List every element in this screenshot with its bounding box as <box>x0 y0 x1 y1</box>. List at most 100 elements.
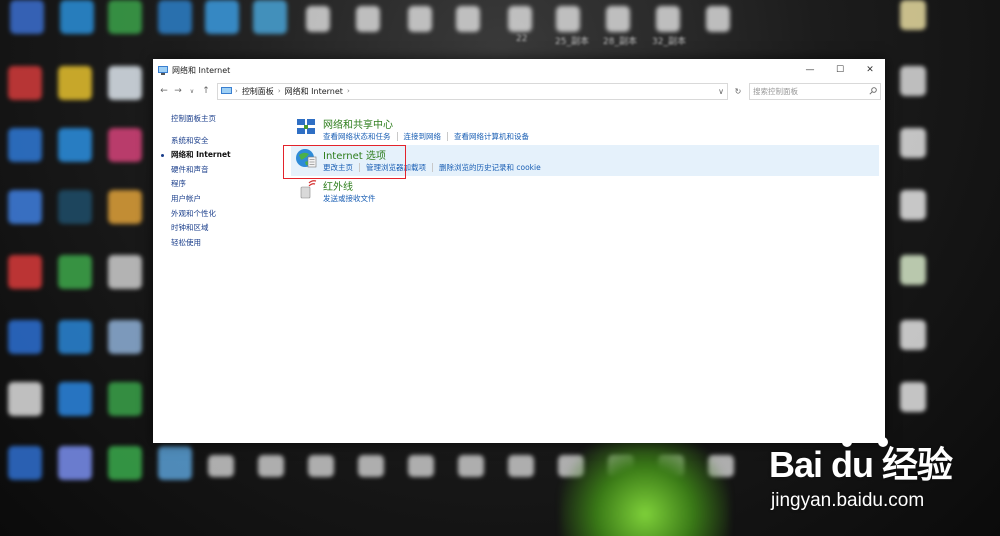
watermark-brand: Bai du 经验 <box>769 444 953 485</box>
desktop-icon[interactable] <box>58 446 92 480</box>
desktop-icon[interactable] <box>508 6 532 32</box>
maximize-button[interactable]: ☐ <box>825 59 855 81</box>
desktop-icon[interactable] <box>208 455 234 477</box>
search-input[interactable]: 搜索控制面板 <box>749 82 881 100</box>
desktop-icon[interactable] <box>205 0 239 34</box>
desktop-icon[interactable] <box>706 6 730 32</box>
desktop-icon[interactable] <box>108 320 142 354</box>
sidebar: 控制面板主页 系统和安全 网络和 Internet 硬件和声音 程序 用户帐户 … <box>161 112 231 251</box>
desktop-icon[interactable] <box>108 128 142 162</box>
desktop-icon[interactable] <box>408 455 434 477</box>
desktop-icon[interactable] <box>108 382 142 416</box>
link-divider <box>447 132 448 141</box>
desktop-icon[interactable] <box>258 455 284 477</box>
sidebar-item-user-accounts[interactable]: 用户帐户 <box>171 192 231 207</box>
desktop-icon[interactable] <box>58 66 92 100</box>
desktop-icon[interactable] <box>58 320 92 354</box>
desktop-icon[interactable] <box>556 6 580 32</box>
address-dropdown-icon[interactable]: ∨ <box>718 87 724 96</box>
up-icon[interactable]: ↑ <box>199 86 213 96</box>
recent-locations-icon[interactable]: ∨ <box>185 88 199 95</box>
view-network-computers-link[interactable]: 查看网络计算机和设备 <box>454 131 529 142</box>
connect-to-network-link[interactable]: 连接到网络 <box>404 131 442 142</box>
infrared-title[interactable]: 红外线 <box>323 178 353 193</box>
desktop-icon[interactable] <box>358 455 384 477</box>
desktop-icon[interactable] <box>8 446 42 480</box>
desktop-icon[interactable] <box>58 382 92 416</box>
sidebar-item-hardware-sound[interactable]: 硬件和声音 <box>171 163 231 178</box>
wallpaper-glow <box>560 430 730 536</box>
sidebar-item-network-internet[interactable]: 网络和 Internet <box>161 148 231 163</box>
desktop-icon[interactable] <box>108 66 142 100</box>
window-title: 网络和 Internet <box>172 65 231 75</box>
desktop-icon[interactable] <box>8 66 42 100</box>
search-icon[interactable] <box>869 87 877 95</box>
desktop-icon[interactable] <box>656 6 680 32</box>
desktop-icon[interactable] <box>8 190 42 224</box>
desktop-icon[interactable] <box>8 320 42 354</box>
desktop-icon[interactable] <box>158 446 192 480</box>
address-bar[interactable]: › 控制面板 › 网络和 Internet › ∨ <box>217 82 728 100</box>
desktop-icon[interactable] <box>108 0 142 34</box>
desktop-icon[interactable] <box>900 320 926 350</box>
desktop-icon[interactable] <box>900 255 926 285</box>
delete-history-link[interactable]: 删除浏览的历史记录和 cookie <box>439 162 541 173</box>
title-bar[interactable]: 网络和 Internet — ☐ ✕ <box>153 59 885 81</box>
desktop-icon[interactable] <box>253 0 287 34</box>
desktop-icon[interactable] <box>900 66 926 96</box>
desktop-icon[interactable] <box>58 190 92 224</box>
desktop-icon[interactable] <box>108 255 142 289</box>
desktop-icon[interactable] <box>900 190 926 220</box>
desktop-icon-label: 32_副本 <box>652 37 686 47</box>
search-placeholder: 搜索控制面板 <box>753 86 798 96</box>
desktop-icon[interactable] <box>8 255 42 289</box>
breadcrumb-separator[interactable]: › <box>235 87 238 95</box>
desktop-icon[interactable] <box>900 382 926 412</box>
watermark-url: jingyan.baidu.com <box>771 490 925 511</box>
sidebar-item-programs[interactable]: 程序 <box>171 177 231 192</box>
refresh-icon[interactable]: ↻ <box>731 87 745 96</box>
minimize-button[interactable]: — <box>795 59 825 81</box>
breadcrumb-separator[interactable]: › <box>278 87 281 95</box>
desktop-icon[interactable] <box>508 455 534 477</box>
view-network-status-link[interactable]: 查看网络状态和任务 <box>323 131 391 142</box>
desktop-icon[interactable] <box>108 190 142 224</box>
category-network-sharing: 网络和共享中心 查看网络状态和任务 连接到网络 查看网络计算机和设备 <box>291 114 879 145</box>
breadcrumb-network-internet[interactable]: 网络和 Internet <box>285 86 343 97</box>
desktop-icon[interactable] <box>60 0 94 34</box>
desktop-icon[interactable] <box>108 446 142 480</box>
sidebar-item-appearance[interactable]: 外观和个性化 <box>171 207 231 222</box>
desktop-icon[interactable] <box>900 0 926 30</box>
desktop-icon[interactable] <box>158 0 192 34</box>
desktop-icon[interactable] <box>900 128 926 158</box>
desktop-icon[interactable] <box>606 6 630 32</box>
category-infrared: 红外线 发送或接收文件 <box>291 176 879 207</box>
send-receive-files-link[interactable]: 发送或接收文件 <box>323 193 376 204</box>
desktop-icon[interactable] <box>456 6 480 32</box>
infrared-icon <box>300 180 317 199</box>
link-divider <box>396 132 398 141</box>
breadcrumb-separator[interactable]: › <box>347 87 350 95</box>
control-panel-icon <box>221 86 232 94</box>
back-icon[interactable]: ← <box>157 86 171 96</box>
desktop-icon[interactable] <box>58 255 92 289</box>
desktop-icon[interactable] <box>8 382 42 416</box>
network-sharing-title[interactable]: 网络和共享中心 <box>323 116 393 131</box>
sidebar-home-link[interactable]: 控制面板主页 <box>171 112 231 127</box>
sidebar-item-system-security[interactable]: 系统和安全 <box>171 134 231 149</box>
desktop-icon[interactable] <box>58 128 92 162</box>
desktop-icon[interactable] <box>408 6 432 32</box>
sidebar-item-clock-region[interactable]: 时钟和区域 <box>171 221 231 236</box>
desktop-icon[interactable] <box>458 455 484 477</box>
close-button[interactable]: ✕ <box>855 59 885 81</box>
breadcrumb-control-panel[interactable]: 控制面板 <box>242 86 274 97</box>
desktop-icon[interactable] <box>8 128 42 162</box>
desktop-icon[interactable] <box>10 0 44 34</box>
desktop-icon-label: 25_副本 <box>555 37 589 47</box>
desktop-icon[interactable] <box>306 6 330 32</box>
desktop-icon[interactable] <box>356 6 380 32</box>
forward-icon[interactable]: → <box>171 86 185 96</box>
desktop-icon[interactable] <box>308 455 334 477</box>
sidebar-item-ease-of-access[interactable]: 轻松使用 <box>171 236 231 251</box>
annotation-highlight-box <box>283 145 406 179</box>
